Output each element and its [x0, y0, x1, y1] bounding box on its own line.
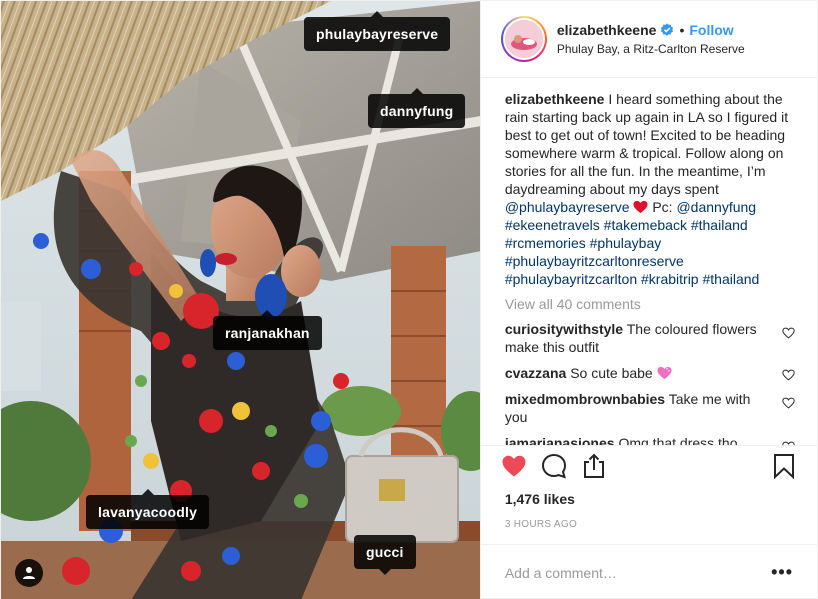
- hashtag-link[interactable]: #rcmemories: [505, 235, 586, 251]
- avatar[interactable]: [502, 18, 545, 60]
- hashtag-link[interactable]: #phulaybayritzcarltonreserve: [505, 253, 684, 269]
- comment-username[interactable]: iamarianasjones: [505, 435, 615, 445]
- person-icon: [23, 567, 35, 579]
- comment-item: cvazzana So cute babe: [505, 364, 795, 382]
- comment-like-heart-icon[interactable]: [782, 441, 795, 445]
- photo-tag-phulaybayreserve[interactable]: phulaybayreserve: [304, 11, 451, 51]
- verified-badge-icon: [661, 23, 674, 36]
- comment-username[interactable]: mixedmombrownbabies: [505, 391, 665, 407]
- comment-like-heart-icon[interactable]: [782, 369, 795, 381]
- likes-count[interactable]: 1,476 likes: [481, 485, 817, 507]
- photo-tag-dannyfung[interactable]: dannyfung: [368, 88, 466, 128]
- separator-dot: •: [679, 22, 685, 38]
- comment-item: mixedmombrownbabies Take me with you: [505, 390, 795, 426]
- post-caption: elizabethkeene I heard something about t…: [505, 90, 791, 288]
- pink-heart-emoji-icon: [657, 366, 672, 380]
- post-location[interactable]: Phulay Bay, a Ritz-Carlton Reserve: [557, 42, 745, 56]
- photo-tag-label: phulaybayreserve: [316, 26, 439, 42]
- hashtag-link[interactable]: #takemeback: [604, 217, 687, 233]
- post-panel: elizabethkeene • Follow Phulay Bay, a Ri…: [479, 1, 817, 599]
- post-author-username[interactable]: elizabethkeene: [557, 22, 657, 38]
- red-heart-emoji-icon: [633, 200, 648, 214]
- comment-username[interactable]: cvazzana: [505, 365, 566, 381]
- hashtag-link[interactable]: #phulaybay: [590, 235, 662, 251]
- caption-username[interactable]: elizabethkeene: [505, 91, 605, 107]
- photo-image: [1, 1, 480, 599]
- mention-link[interactable]: @phulaybayreserve: [505, 199, 630, 215]
- hashtag-link[interactable]: #thailand: [691, 217, 748, 233]
- more-options-button[interactable]: •••: [771, 562, 793, 583]
- caption-pc: Pc:: [648, 199, 673, 215]
- photo-tag-lavanyacoodly[interactable]: lavanyacoodly: [86, 489, 210, 529]
- photo-tag-label: lavanyacoodly: [98, 504, 198, 520]
- user-tags-button[interactable]: [15, 559, 43, 587]
- post: phulaybayreserve dannyfung ranjanakhan l…: [0, 0, 818, 599]
- liked-heart-icon[interactable]: [501, 453, 527, 479]
- post-photo[interactable]: phulaybayreserve dannyfung ranjanakhan l…: [1, 1, 480, 599]
- photo-tag-gucci[interactable]: gucci: [354, 535, 416, 575]
- add-comment-bar: •••: [480, 544, 817, 599]
- comment-item: iamarianasjones Omg that dress tho: [505, 434, 795, 445]
- share-icon[interactable]: [581, 453, 607, 479]
- post-actions: [480, 445, 817, 485]
- photo-tag-label: ranjanakhan: [225, 325, 310, 341]
- avatar-image: [504, 20, 543, 58]
- comment-like-heart-icon[interactable]: [782, 397, 795, 409]
- comment-text: Omg that dress tho: [614, 435, 738, 445]
- hashtag-link[interactable]: #thailand: [703, 271, 760, 287]
- mention-link[interactable]: @dannyfung: [676, 199, 756, 215]
- comment-like-heart-icon[interactable]: [782, 327, 795, 339]
- bookmark-icon[interactable]: [771, 453, 797, 479]
- hashtag-link[interactable]: #phulaybayritzcarlton: [505, 271, 637, 287]
- photo-tag-ranjanakhan[interactable]: ranjanakhan: [213, 310, 322, 350]
- comment-item: curiositywithstyle The coloured flowers …: [505, 320, 795, 356]
- add-comment-input[interactable]: [504, 564, 772, 581]
- comment-text: So cute babe: [566, 365, 657, 381]
- post-timestamp[interactable]: 3 HOURS AGO: [481, 507, 817, 544]
- post-header: elizabethkeene • Follow Phulay Bay, a Ri…: [480, 1, 817, 78]
- follow-button[interactable]: Follow: [689, 22, 733, 38]
- view-all-comments-link[interactable]: View all 40 comments: [505, 296, 791, 312]
- hashtag-link[interactable]: #krabitrip: [641, 271, 699, 287]
- comment-username[interactable]: curiositywithstyle: [505, 321, 623, 337]
- hashtag-link[interactable]: #ekeenetravels: [505, 217, 600, 233]
- comments-section[interactable]: elizabethkeene I heard something about t…: [481, 78, 817, 445]
- story-ring[interactable]: [500, 16, 547, 62]
- comment-icon[interactable]: [541, 453, 567, 479]
- photo-tag-label: gucci: [366, 544, 404, 560]
- photo-tag-label: dannyfung: [380, 103, 454, 119]
